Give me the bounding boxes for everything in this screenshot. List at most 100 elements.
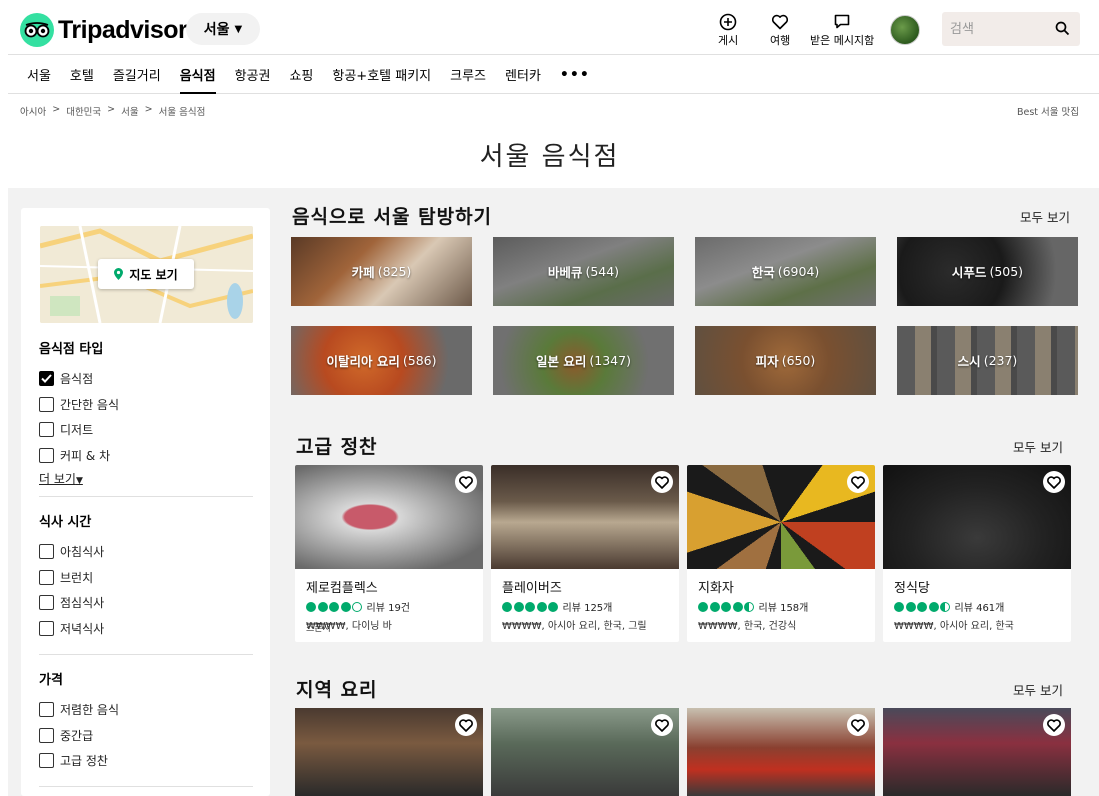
- checkbox[interactable]: [39, 620, 54, 636]
- restaurant-name[interactable]: 플레이버즈: [502, 577, 562, 596]
- search-box[interactable]: [942, 12, 1080, 46]
- see-all-link[interactable]: 모두 보기: [1013, 437, 1063, 456]
- nav-item-seoul[interactable]: 서울: [27, 56, 51, 93]
- category-name: 일본 요리: [536, 354, 587, 369]
- restaurant-card[interactable]: 지화자 리뷰 158개 ₩₩₩₩, 한국, 건강식: [687, 465, 875, 642]
- filter-option-coffee-tea[interactable]: 커피 & 차: [39, 443, 253, 469]
- filter-option-quick-bites[interactable]: 간단한 음식: [39, 392, 253, 418]
- restaurant-name[interactable]: 지화자: [698, 577, 734, 596]
- filter-option-fine-dining[interactable]: 고급 정찬: [39, 748, 253, 774]
- category-name: 한국: [751, 265, 775, 280]
- nav-item-rental-cars[interactable]: 렌터카: [505, 56, 541, 93]
- filter-option-dinner[interactable]: 저녁식사: [39, 616, 253, 642]
- filter-title: 음식점 타입: [39, 342, 104, 357]
- checkbox[interactable]: [39, 544, 54, 560]
- checkbox[interactable]: [39, 595, 54, 611]
- restaurant-photo[interactable]: [491, 708, 679, 796]
- category-tile-japanese[interactable]: 일본 요리 (1347): [493, 326, 674, 395]
- save-heart-icon[interactable]: [1043, 714, 1065, 736]
- review-count[interactable]: 리뷰 125개: [563, 599, 613, 614]
- category-tile-bbq[interactable]: 바베큐 (544): [493, 237, 674, 306]
- save-heart-icon[interactable]: [455, 471, 477, 493]
- category-tile-cafe[interactable]: 카페 (825): [291, 237, 472, 306]
- breadcrumb-item[interactable]: 서울: [121, 104, 138, 118]
- filter-option-label: 중간급: [60, 728, 94, 743]
- filter-option-brunch[interactable]: 브런치: [39, 565, 253, 591]
- save-heart-icon[interactable]: [847, 471, 869, 493]
- location-selector[interactable]: 서울 ▼: [186, 13, 260, 45]
- inbox-button[interactable]: 받은 메시지함: [810, 13, 874, 48]
- view-map-button[interactable]: 지도 보기: [98, 259, 194, 289]
- filter-option-mid-range[interactable]: 중간급: [39, 723, 253, 749]
- category-count: (586): [402, 353, 437, 368]
- checkbox[interactable]: [39, 569, 54, 585]
- save-heart-icon[interactable]: [455, 714, 477, 736]
- restaurant-name[interactable]: 정식당: [894, 577, 930, 596]
- filter-option-cheap-eats[interactable]: 저렴한 음식: [39, 697, 253, 723]
- category-tile-pizza[interactable]: 피자 (650): [695, 326, 876, 395]
- review-count[interactable]: 리뷰 19건: [367, 599, 411, 614]
- map-preview[interactable]: 지도 보기: [40, 226, 253, 323]
- nav-item-restaurants[interactable]: 음식점: [179, 56, 216, 94]
- restaurant-name[interactable]: 제로컴플렉스: [306, 577, 378, 596]
- review-count[interactable]: 리뷰 158개: [759, 599, 809, 614]
- search-icon[interactable]: [1055, 21, 1070, 36]
- filter-option-label: 음식점: [60, 372, 94, 387]
- save-heart-icon[interactable]: [1043, 471, 1065, 493]
- user-avatar[interactable]: [890, 15, 920, 45]
- filter-option-restaurant[interactable]: 음식점: [39, 366, 253, 392]
- nav-item-packages[interactable]: 항공+호텔 패키지: [332, 56, 431, 93]
- filter-option-label: 점심식사: [60, 596, 105, 611]
- category-tile-korean[interactable]: 한국 (6904): [695, 237, 876, 306]
- restaurant-card[interactable]: 스폰서 제로컴플렉스 리뷰 19건 ₩₩₩₩, 다이닝 바: [295, 465, 483, 642]
- see-all-link[interactable]: 모두 보기: [1020, 207, 1070, 226]
- checkbox[interactable]: [39, 753, 54, 769]
- trips-button[interactable]: 여행: [770, 13, 790, 48]
- save-heart-icon[interactable]: [847, 714, 869, 736]
- location-label: 서울: [203, 22, 230, 38]
- see-all-link[interactable]: 모두 보기: [1013, 680, 1063, 699]
- filter-option-lunch[interactable]: 점심식사: [39, 590, 253, 616]
- filter-option-label: 브런치: [60, 570, 94, 585]
- filter-option-dessert[interactable]: 디저트: [39, 417, 253, 443]
- breadcrumb-item[interactable]: 아시아: [20, 104, 46, 118]
- post-button[interactable]: 게시: [718, 13, 738, 48]
- filter-option-breakfast[interactable]: 아침식사: [39, 539, 253, 565]
- checkbox[interactable]: [39, 727, 54, 743]
- heart-icon: [772, 14, 789, 30]
- checkbox-checked[interactable]: [39, 371, 54, 387]
- show-more-link[interactable]: 더 보기▼: [39, 470, 253, 487]
- checkbox[interactable]: [39, 702, 54, 718]
- restaurant-photo[interactable]: [295, 708, 483, 796]
- restaurant-photo[interactable]: [883, 708, 1071, 796]
- nav-item-shopping[interactable]: 쇼핑: [289, 56, 313, 93]
- nav-item-things-to-do[interactable]: 즐길거리: [113, 56, 161, 93]
- search-input[interactable]: [950, 18, 1050, 40]
- nav-item-hotels[interactable]: 호텔: [70, 56, 94, 93]
- nav-more-button[interactable]: •••: [560, 56, 590, 93]
- category-tile-italian[interactable]: 이탈리아 요리 (586): [291, 326, 472, 395]
- save-heart-icon[interactable]: [651, 714, 673, 736]
- category-count: (6904): [777, 264, 820, 279]
- filter-sidebar: 지도 보기 음식점 타입 음식점 간단한 음식 디저트 커피 & 차 더 보기▼…: [21, 208, 270, 796]
- restaurant-meta: ₩₩₩₩, 다이닝 바: [306, 621, 392, 632]
- breadcrumb-item[interactable]: 대한민국: [66, 104, 101, 118]
- restaurant-card[interactable]: 정식당 리뷰 461개 ₩₩₩₩, 아시아 요리, 한국: [883, 465, 1071, 642]
- tripadvisor-logo[interactable]: Tripadvisor: [20, 13, 188, 47]
- checkbox[interactable]: [39, 396, 54, 412]
- category-count: (650): [781, 353, 816, 368]
- save-heart-icon[interactable]: [651, 471, 673, 493]
- checkbox[interactable]: [39, 447, 54, 463]
- brand-name: Tripadvisor: [58, 15, 188, 44]
- restaurant-card[interactable]: 플레이버즈 리뷰 125개 ₩₩₩₩, 아시아 요리, 한국, 그릴: [491, 465, 679, 642]
- nav-item-cruises[interactable]: 크루즈: [450, 56, 486, 93]
- checkbox[interactable]: [39, 422, 54, 438]
- category-tile-seafood[interactable]: 시푸드 (505): [897, 237, 1078, 306]
- review-count[interactable]: 리뷰 461개: [955, 599, 1005, 614]
- best-restaurants-link[interactable]: Best 서울 맛집: [1017, 104, 1079, 118]
- category-name: 시푸드: [951, 265, 987, 280]
- nav-item-flights[interactable]: 항공권: [235, 56, 271, 93]
- category-tile-sushi[interactable]: 스시 (237): [897, 326, 1078, 395]
- rating-bubbles: 리뷰 158개: [698, 599, 808, 614]
- restaurant-photo[interactable]: [687, 708, 875, 796]
